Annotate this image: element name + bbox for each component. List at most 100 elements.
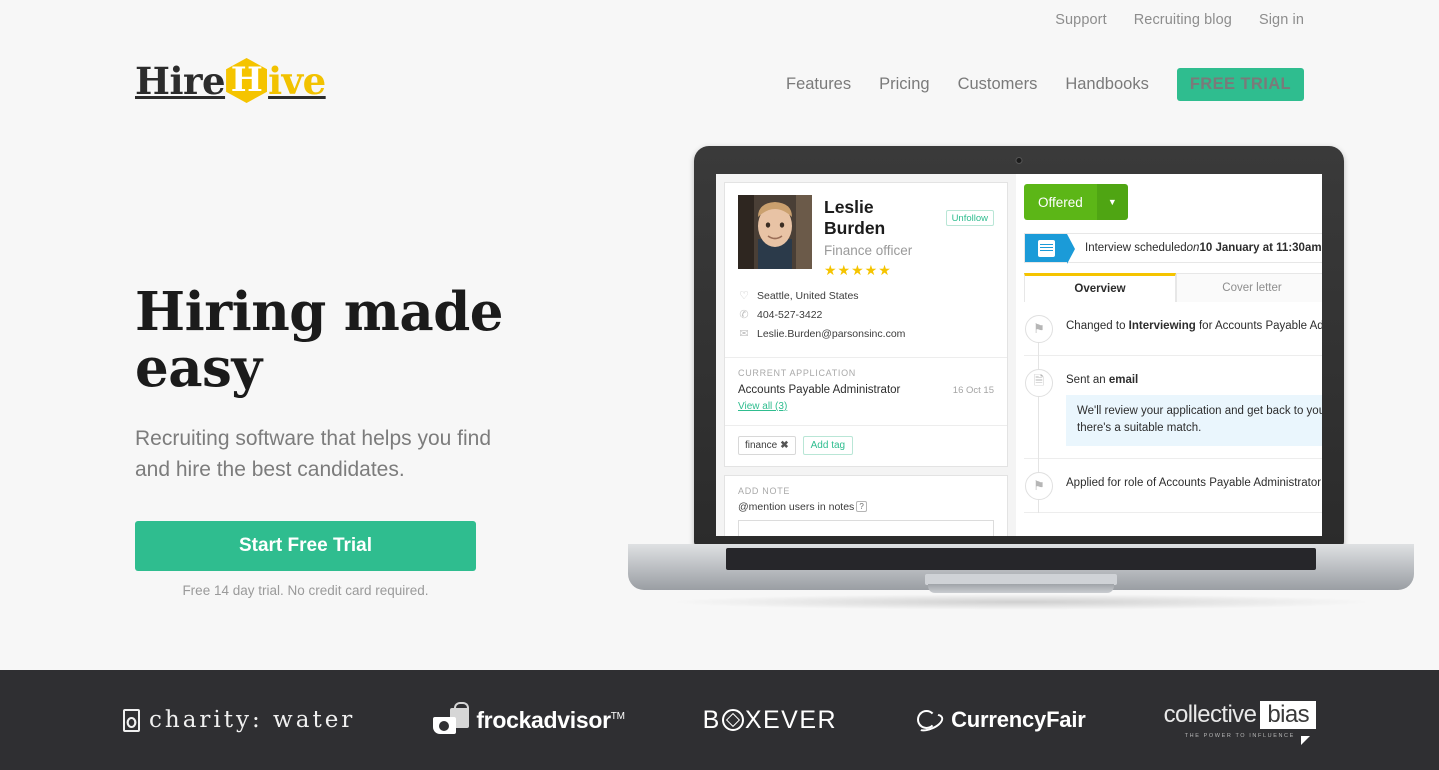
document-icon: 🗎	[1025, 369, 1053, 397]
activity-item: ⚑ Applied for role of Accounts Payable A…	[1024, 459, 1322, 513]
laptop-shadow	[668, 594, 1374, 610]
keyboard	[726, 548, 1316, 570]
remove-tag-icon[interactable]: ✖	[780, 440, 788, 451]
interview-banner-text: Interview scheduled on 10 January at 11:…	[1067, 234, 1322, 262]
logo-charity-water: charity: water	[123, 707, 355, 733]
tab-overview[interactable]: Overview	[1024, 273, 1176, 302]
email-quote: We'll review your application and get ba…	[1066, 395, 1322, 446]
contact-row-email: ✉ Leslie.Burden@parsonsinc.com	[738, 327, 994, 341]
activity-text: Sent an email	[1066, 374, 1322, 386]
rating-stars[interactable]: ★★★★★	[824, 262, 994, 279]
logo-collective-bias-tagline: THE POWER TO INFLUENCE	[1184, 733, 1295, 739]
main-nav: Features Pricing Customers Handbooks FRE…	[786, 68, 1304, 101]
current-application-label: CURRENT APPLICATION	[738, 368, 856, 378]
activity-text-bold: email	[1108, 374, 1139, 386]
logo-frockadvisor-text: frockadvisor	[476, 706, 611, 733]
logo-charity-water-text: charity: water	[149, 707, 356, 733]
activity-text-before: Sent an	[1066, 374, 1109, 386]
note-input[interactable]	[738, 520, 994, 536]
utility-link-support[interactable]: Support	[1055, 12, 1107, 28]
contact-row-location: ♡ Seattle, United States	[738, 289, 994, 303]
laptop-mockup: Leslie Burden Unfollow Finance officer ★…	[628, 146, 1414, 638]
trademark-mark: TM	[610, 710, 625, 722]
banner-text-bold: 10 January at 11:30am	[1199, 242, 1322, 254]
unfollow-badge[interactable]: Unfollow	[945, 210, 994, 226]
mention-hint-text: @mention users in notes	[738, 501, 855, 513]
avatar	[738, 195, 812, 269]
interview-banner: Interview scheduled on 10 January at 11:…	[1024, 233, 1322, 264]
candidate-location: Seattle, United States	[757, 289, 859, 302]
application-date: 16 Oct 15	[952, 385, 994, 396]
activity-text: Changed to Interviewing for Accounts Pay…	[1066, 320, 1322, 332]
candidate-email: Leslie.Burden@parsonsinc.com	[757, 327, 906, 340]
laptop-base-lip	[928, 584, 1114, 593]
gem-icon	[721, 709, 744, 731]
candidate-name: Leslie Burden	[824, 197, 886, 238]
tag-finance[interactable]: finance ✖	[738, 436, 796, 455]
logo-text-lead: Hire	[135, 58, 226, 103]
banner-text-prefix: Interview scheduled	[1085, 242, 1187, 254]
tab-cover-letter[interactable]: Cover letter	[1176, 273, 1322, 302]
flag-icon: ⚑	[1025, 315, 1053, 343]
add-note-card: ADD NOTE @mention users in notes?	[724, 475, 1008, 536]
nav-item-customers[interactable]: Customers	[958, 75, 1038, 94]
laptop-lid: Leslie Burden Unfollow Finance officer ★…	[694, 146, 1344, 546]
hero-section: Hiring made easy Recruiting software tha…	[135, 281, 615, 598]
nav-item-features[interactable]: Features	[786, 75, 851, 94]
chevron-down-icon[interactable]: ▼	[1096, 184, 1128, 220]
banner-text-em: on	[1186, 242, 1200, 254]
status-label[interactable]: Offered	[1024, 184, 1097, 220]
jerrycan-icon	[123, 708, 140, 732]
logo-text-tail: ive	[268, 58, 326, 103]
flag-icon: ⚑	[1025, 471, 1053, 500]
logo-collective-bias: collective bias THE POWER TO INFLUENCE	[1163, 701, 1316, 745]
application-role: Accounts Payable Administrator	[738, 384, 901, 396]
speech-bubble-tail-icon	[1300, 736, 1310, 745]
page-title: Hiring made easy	[135, 281, 504, 399]
logo-boxever-text-left: B	[702, 705, 721, 734]
nav-item-pricing[interactable]: Pricing	[879, 75, 929, 94]
utility-link-recruiting-blog[interactable]: Recruiting blog	[1134, 12, 1232, 28]
candidate-panel: Leslie Burden Unfollow Finance officer ★…	[716, 174, 1016, 536]
hirehive-logo[interactable]: Hire Hive	[135, 58, 326, 103]
view-all-applications-link[interactable]: View all (3)	[738, 401, 787, 412]
hero-subtitle: Recruiting software that helps you find …	[135, 427, 492, 482]
phone-icon: ✆	[739, 309, 749, 321]
landing-page: Support Recruiting blog Sign in Hire Hive…	[0, 0, 1439, 770]
location-icon: ♡	[739, 290, 749, 302]
candidate-card: Leslie Burden Unfollow Finance officer ★…	[724, 182, 1008, 467]
detail-tabs: Overview Cover letter	[1024, 273, 1322, 302]
logo-boxever-text-right: XEVER	[744, 705, 838, 734]
activity-text-before: Changed to	[1066, 320, 1129, 332]
orbit-icon	[915, 708, 942, 732]
candidate-phone: 404-527-3422	[757, 308, 823, 321]
utility-link-sign-in[interactable]: Sign in	[1259, 12, 1304, 28]
client-logo-band: charity: water frockadvisorTM B XEVER Cur…	[0, 670, 1439, 770]
activity-text-bold: Interviewing	[1128, 320, 1196, 332]
help-icon[interactable]: ?	[856, 501, 867, 512]
mention-hint: @mention users in notes?	[738, 501, 994, 513]
nav-item-handbooks[interactable]: Handbooks	[1065, 75, 1148, 94]
activity-feed: ⚑ Changed to Interviewing for Accounts P…	[1024, 302, 1322, 513]
camera-bag-icon	[433, 702, 470, 734]
add-tag-button[interactable]: Add tag	[802, 436, 854, 455]
activity-item: 🗎 Sent an email We'll review your applic…	[1024, 356, 1322, 459]
logo-frockadvisor: frockadvisorTM	[433, 702, 625, 734]
candidate-contact-list: ♡ Seattle, United States ✆ 404-527-3422 …	[738, 289, 994, 341]
status-dropdown[interactable]: Offered ▼	[1024, 184, 1322, 220]
activity-text-after: for Accounts Payable Ad	[1195, 320, 1322, 332]
activity-item: ⚑ Changed to Interviewing for Accounts P…	[1024, 302, 1322, 356]
tag-label: finance	[745, 440, 778, 451]
logo-collective-bias-text-left: collective	[1163, 701, 1257, 728]
candidate-job-title: Finance officer	[824, 243, 913, 258]
site-header: Hire Hive Features Pricing Customers Hand…	[0, 48, 1439, 120]
start-free-trial-button[interactable]: Start Free Trial	[135, 521, 476, 572]
tags-section: finance ✖ Add tag	[725, 425, 1007, 466]
free-trial-button[interactable]: FREE TRIAL	[1176, 68, 1304, 101]
webcam-icon	[1015, 157, 1023, 164]
logo-currencyfair: CurrencyFair	[915, 707, 1086, 733]
hexagon-icon: H	[226, 58, 268, 103]
utility-nav: Support Recruiting blog Sign in	[0, 0, 1439, 40]
logo-hex-letter: H	[230, 59, 263, 100]
current-application-section: CURRENT APPLICATION Accounts Payable Adm…	[725, 357, 1007, 425]
